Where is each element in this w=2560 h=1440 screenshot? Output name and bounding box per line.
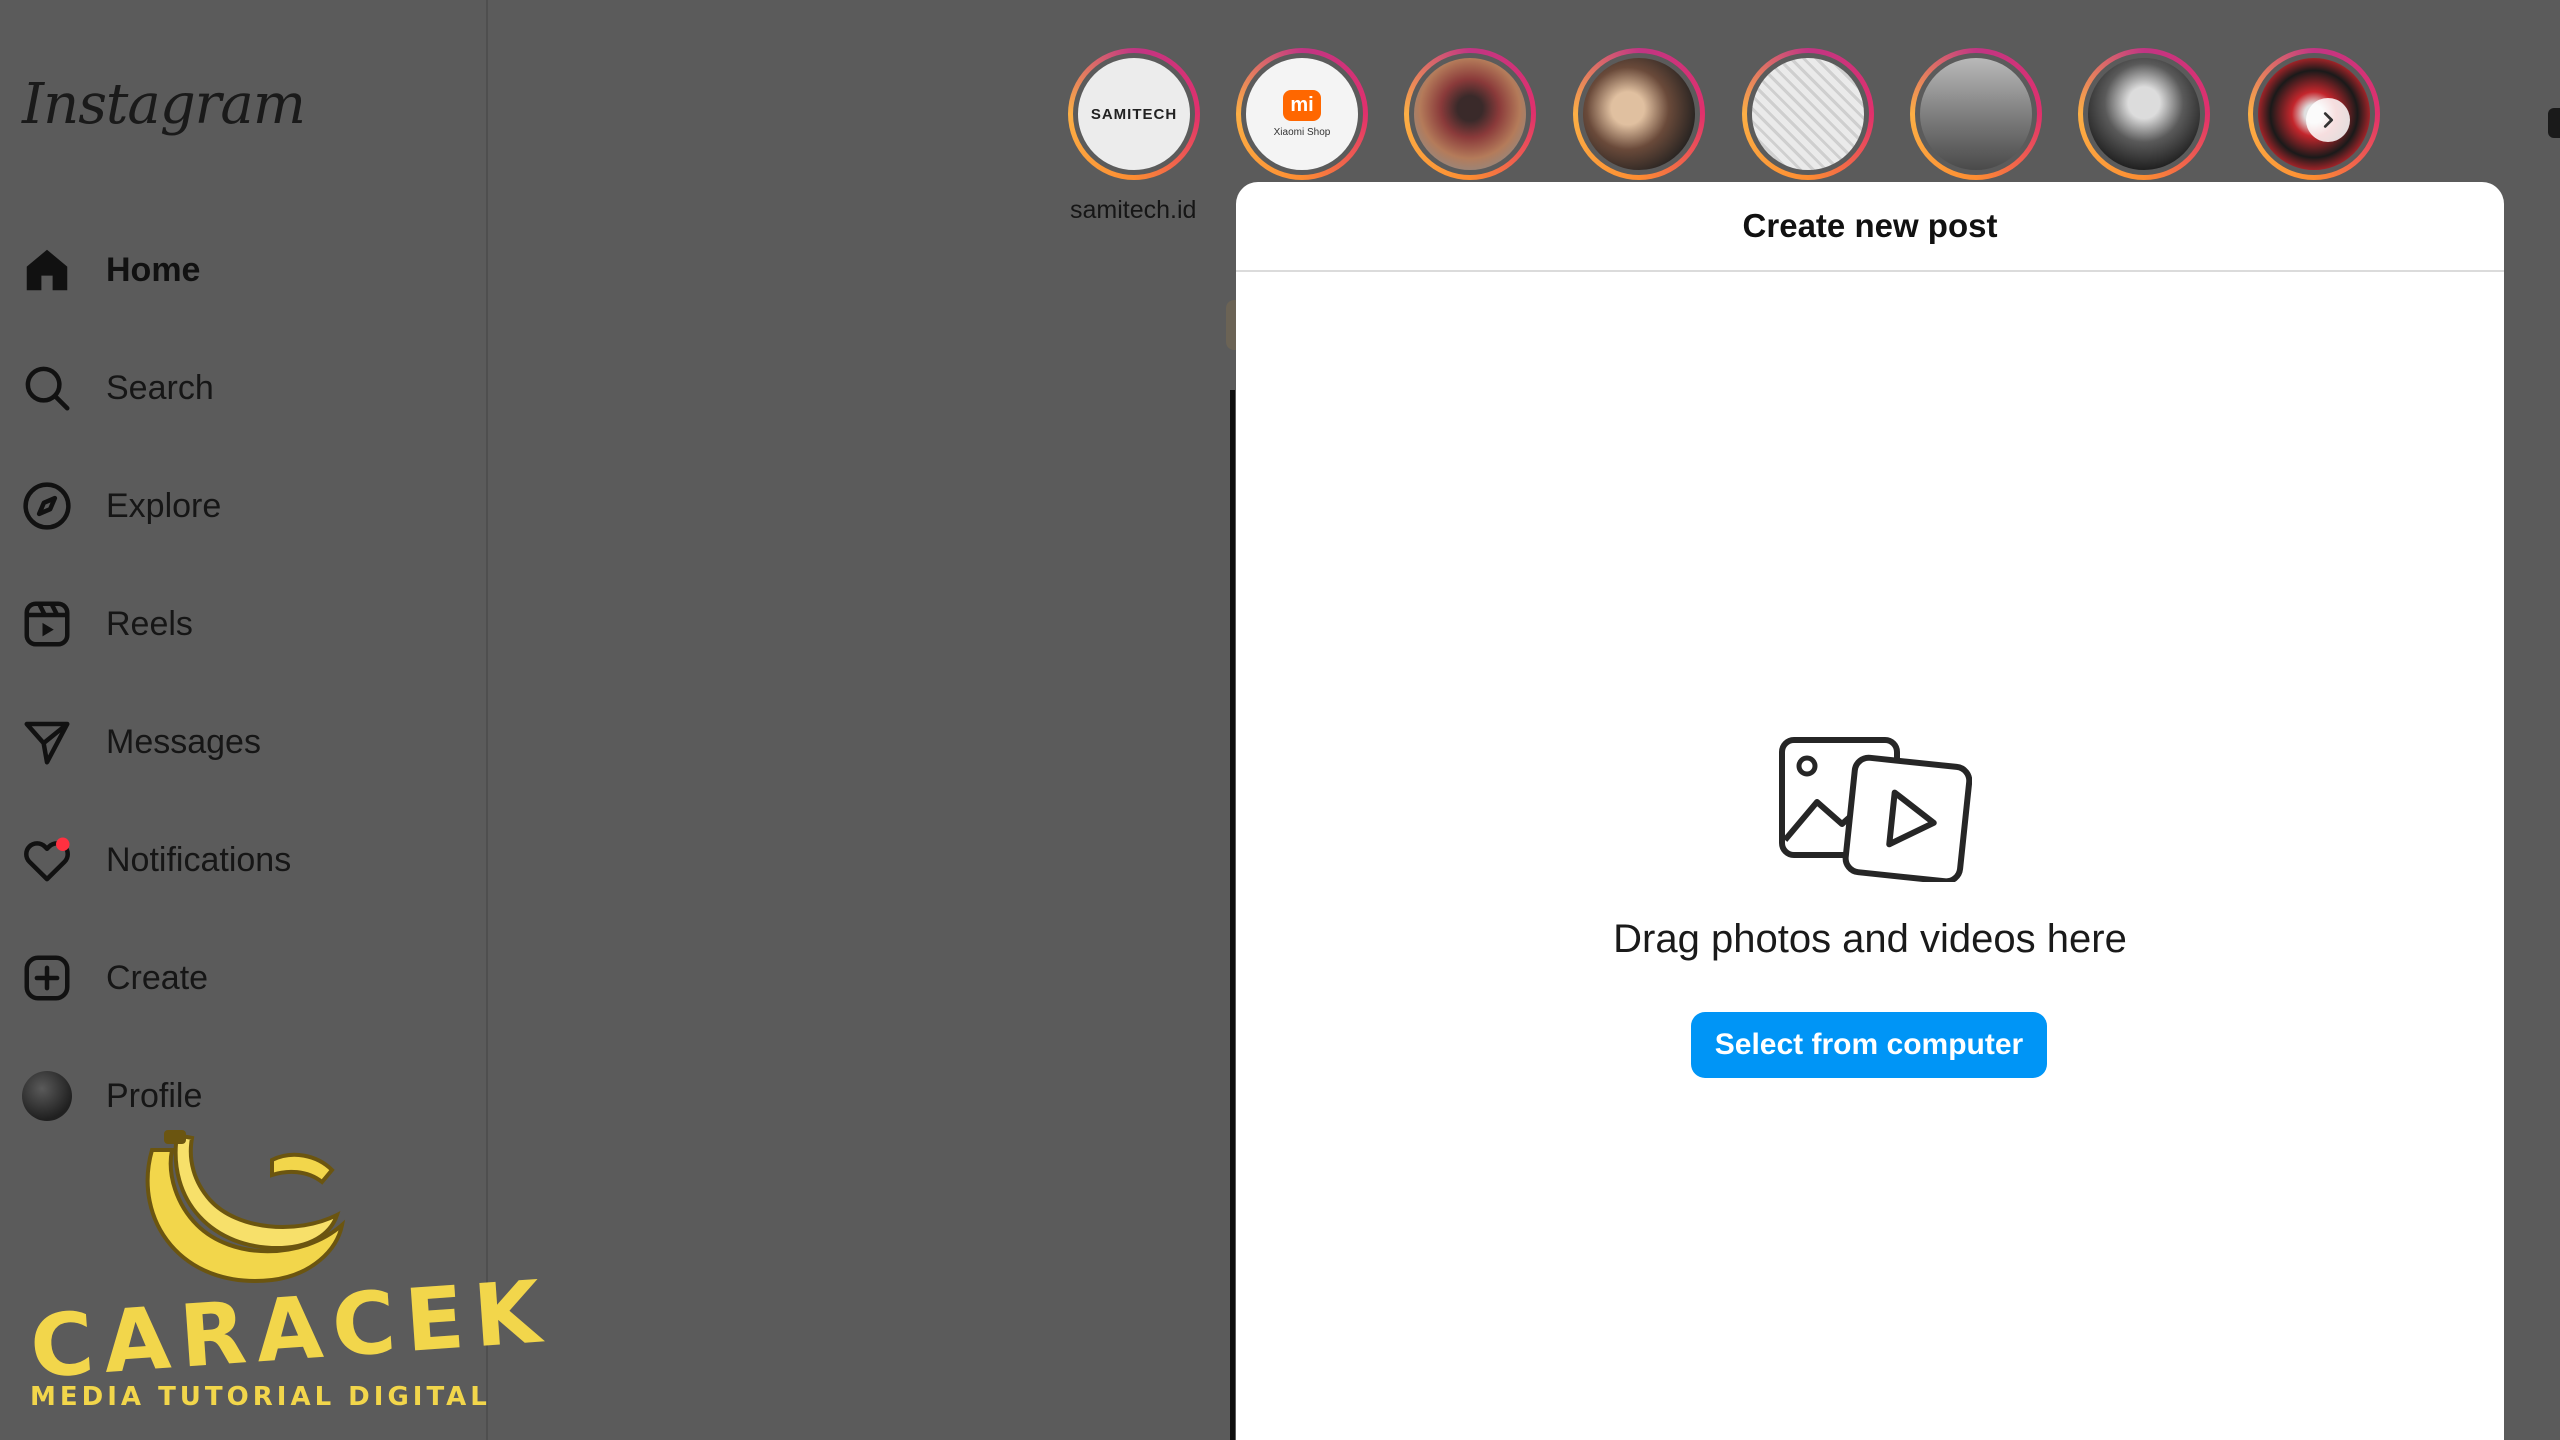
reels-icon bbox=[20, 597, 74, 651]
home-icon bbox=[20, 243, 74, 297]
sidebar-item-home[interactable]: Home bbox=[0, 220, 470, 320]
avatar bbox=[20, 1069, 74, 1123]
paper-plane-icon bbox=[20, 715, 74, 769]
sidebar-item-label: Profile bbox=[106, 1076, 203, 1115]
sidebar-item-label: Home bbox=[106, 250, 201, 289]
select-from-computer-button[interactable]: Select from computer bbox=[1691, 1012, 2047, 1078]
story-logo-text: SAMITECH bbox=[1090, 105, 1178, 123]
feed-post-edge bbox=[1230, 390, 1235, 1440]
story-avatar[interactable] bbox=[1910, 48, 2042, 180]
sidebar-item-label: Create bbox=[106, 958, 209, 997]
story-avatar[interactable] bbox=[1573, 48, 1705, 180]
chevron-right-icon bbox=[2323, 112, 2334, 128]
story-username: samitech.id bbox=[1070, 196, 1197, 224]
caracek-watermark: CARACEK MEDIA TUTORIAL DIGITAL bbox=[22, 1130, 554, 1412]
stories-next-button[interactable] bbox=[2306, 98, 2350, 142]
modal-header: Create new post bbox=[1236, 182, 2504, 272]
create-post-modal: Create new post Drag photos and videos h… bbox=[1236, 182, 2504, 1440]
story-caption: Xiaomi Shop bbox=[1273, 127, 1331, 138]
more-options-edge bbox=[2548, 108, 2560, 138]
banana-icon bbox=[145, 1130, 346, 1283]
sidebar: Instagram Home Search Explore Reels Mess… bbox=[0, 0, 554, 1440]
sidebar-item-search[interactable]: Search bbox=[0, 338, 470, 438]
sidebar-item-label: Notifications bbox=[106, 840, 292, 879]
watermark-title: CARACEK bbox=[27, 1261, 554, 1399]
sidebar-item-create[interactable]: Create bbox=[0, 928, 470, 1028]
drag-drop-prompt: Drag photos and videos here bbox=[1613, 917, 2127, 961]
sidebar-item-label: Search bbox=[106, 368, 214, 407]
story-logo-text: mi bbox=[1283, 90, 1321, 121]
sidebar-item-label: Reels bbox=[106, 604, 193, 643]
story-avatar[interactable]: SAMITECH bbox=[1068, 48, 1200, 180]
story-avatar[interactable] bbox=[1742, 48, 1874, 180]
sidebar-item-notifications[interactable]: Notifications bbox=[0, 810, 470, 910]
sidebar-item-explore[interactable]: Explore bbox=[0, 456, 470, 556]
story-avatar[interactable] bbox=[2078, 48, 2210, 180]
instagram-logo[interactable]: Instagram bbox=[22, 72, 306, 137]
watermark-subtitle: MEDIA TUTORIAL DIGITAL bbox=[30, 1382, 491, 1412]
story-avatar[interactable]: mi Xiaomi Shop bbox=[1236, 48, 1368, 180]
sidebar-item-label: Messages bbox=[106, 722, 261, 761]
story-avatar[interactable] bbox=[1404, 48, 1536, 180]
sidebar-item-messages[interactable]: Messages bbox=[0, 692, 470, 792]
photo-video-icon bbox=[1779, 737, 1972, 882]
heart-icon bbox=[20, 833, 74, 887]
sidebar-item-reels[interactable]: Reels bbox=[0, 574, 470, 674]
plus-square-icon bbox=[20, 951, 74, 1005]
search-icon bbox=[20, 361, 74, 415]
sidebar-item-label: Explore bbox=[106, 486, 222, 525]
modal-title: Create new post bbox=[1742, 207, 1998, 244]
compass-icon bbox=[20, 479, 74, 533]
